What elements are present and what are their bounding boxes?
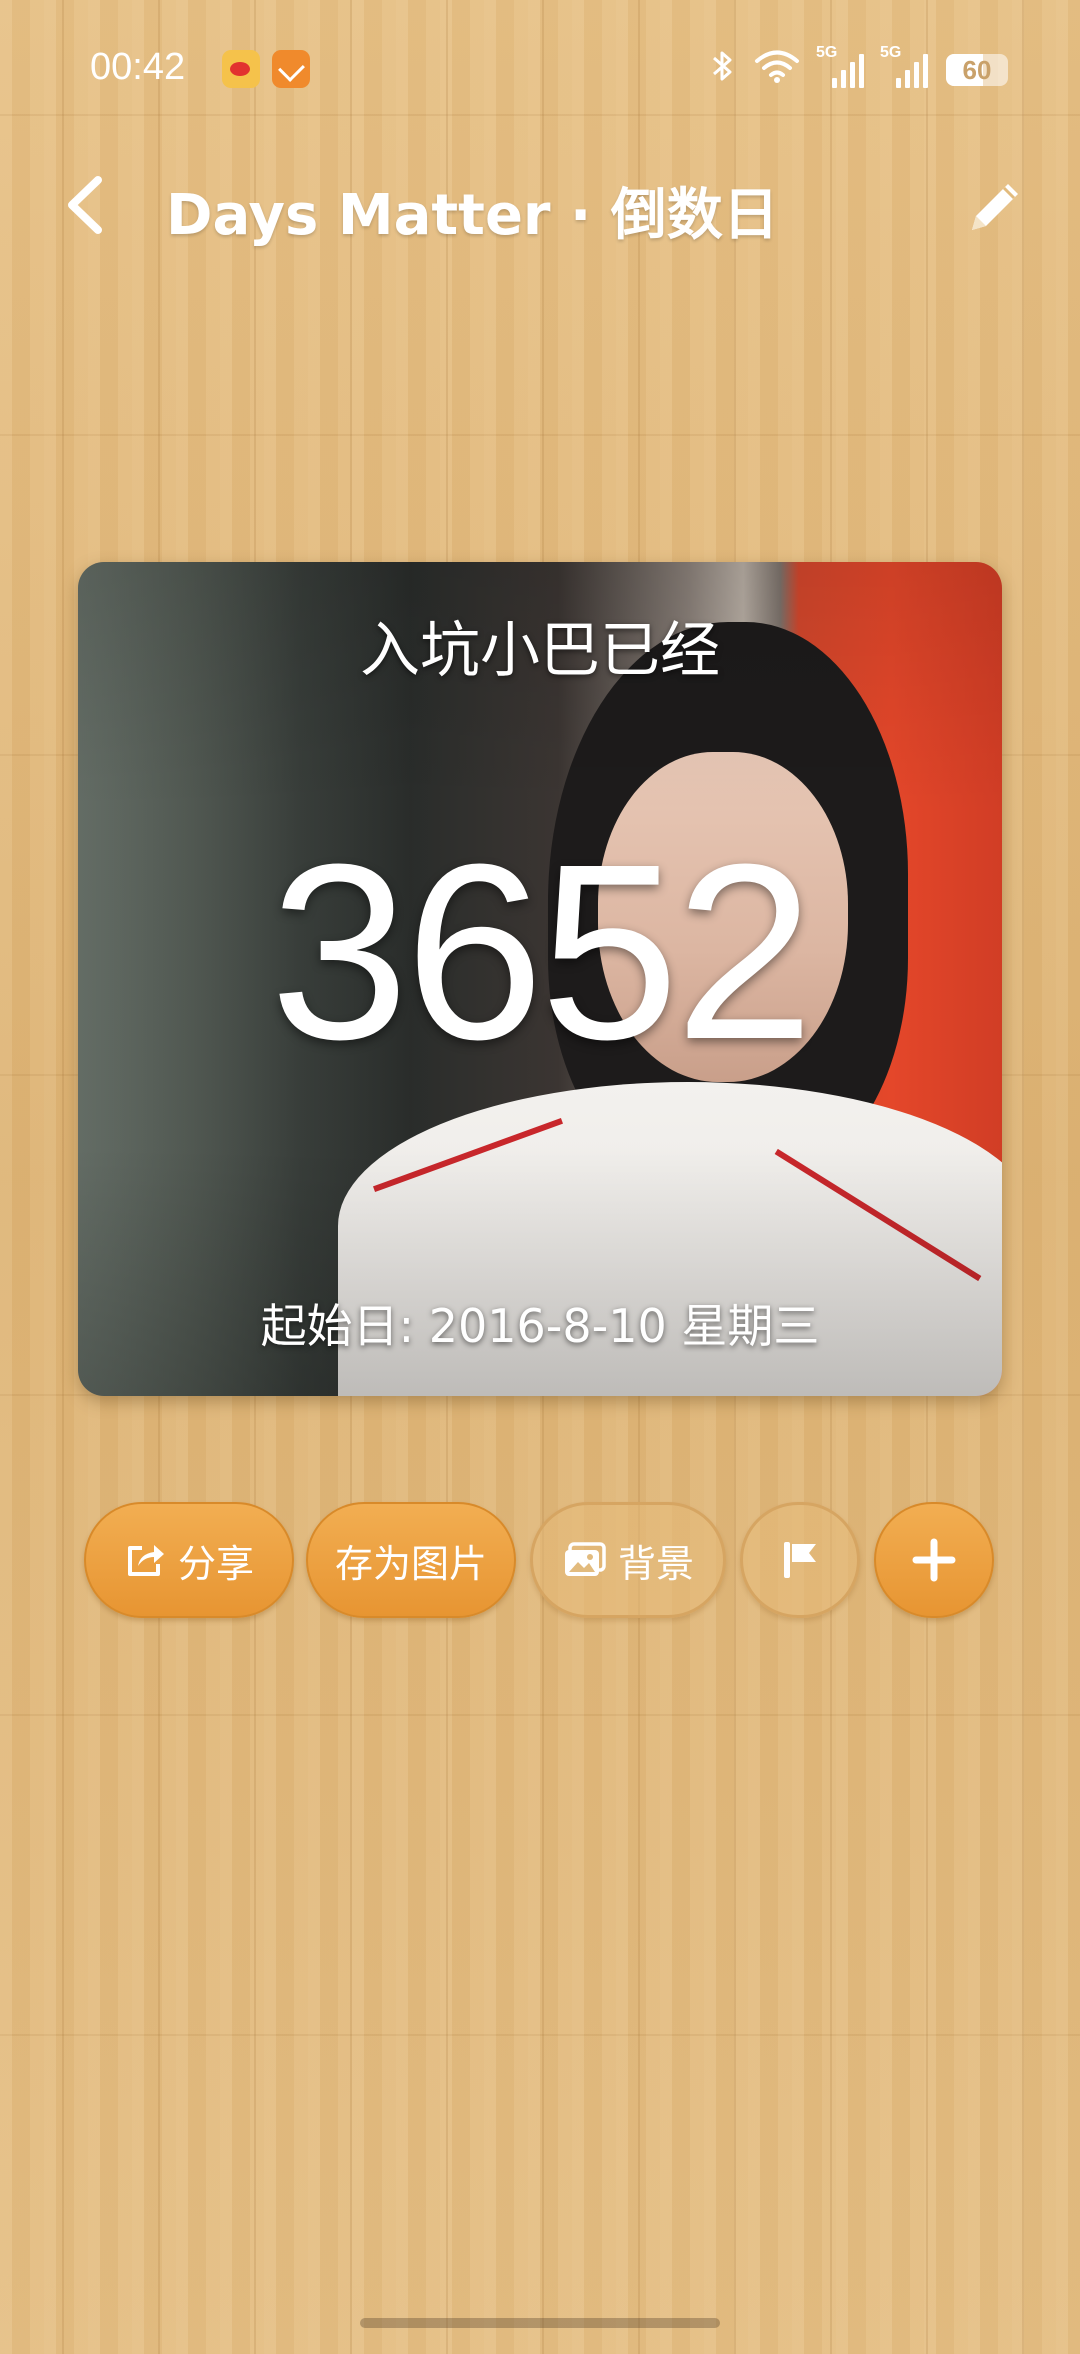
- share-button[interactable]: 分享: [84, 1502, 294, 1618]
- event-card[interactable]: 入坑小巴已经 3652 起始日: 2016-8-10 星期三: [78, 562, 1002, 1396]
- plus-icon: [912, 1538, 956, 1582]
- share-icon: [127, 1545, 164, 1576]
- save-image-label: 存为图片: [334, 1541, 487, 1586]
- add-button[interactable]: [874, 1502, 994, 1618]
- start-date: 起始日: 2016-8-10 星期三: [260, 1299, 820, 1353]
- flag-icon: [784, 1542, 816, 1578]
- event-title: 入坑小巴已经: [360, 616, 720, 686]
- action-bar: 分享 存为图片 背景: [84, 1502, 1004, 1620]
- signal-strength-1-icon: 5G: [816, 44, 864, 88]
- bluetooth-icon: [710, 48, 736, 92]
- day-count: 3652: [269, 812, 814, 1091]
- share-label: 分享: [177, 1541, 254, 1586]
- chevron-left-icon: [68, 176, 102, 234]
- page-title: Days Matter · 倒数日: [166, 183, 779, 248]
- home-indicator[interactable]: [360, 2318, 720, 2328]
- notification-app-icon: [272, 50, 310, 88]
- weibo-icon: [222, 50, 260, 88]
- battery-icon: 60: [946, 54, 1008, 86]
- back-button[interactable]: [56, 170, 120, 240]
- image-icon: [564, 1542, 606, 1576]
- status-indicators: 5G 5G 60: [710, 44, 1008, 92]
- pencil-icon: [972, 184, 1018, 230]
- flag-button[interactable]: [740, 1502, 860, 1618]
- signal-strength-2-icon: 5G: [880, 44, 928, 88]
- background-button[interactable]: 背景: [530, 1502, 726, 1618]
- app-bar: Days Matter · 倒数日: [0, 150, 1080, 260]
- background-label: 背景: [617, 1541, 694, 1586]
- battery-level: 60: [962, 55, 992, 85]
- status-bar: 00:42 5G 5G 60: [0, 0, 1080, 140]
- status-time: 00:42: [90, 46, 186, 88]
- wifi-icon: [754, 48, 800, 92]
- save-image-button[interactable]: 存为图片: [306, 1502, 516, 1618]
- edit-button[interactable]: [960, 172, 1030, 242]
